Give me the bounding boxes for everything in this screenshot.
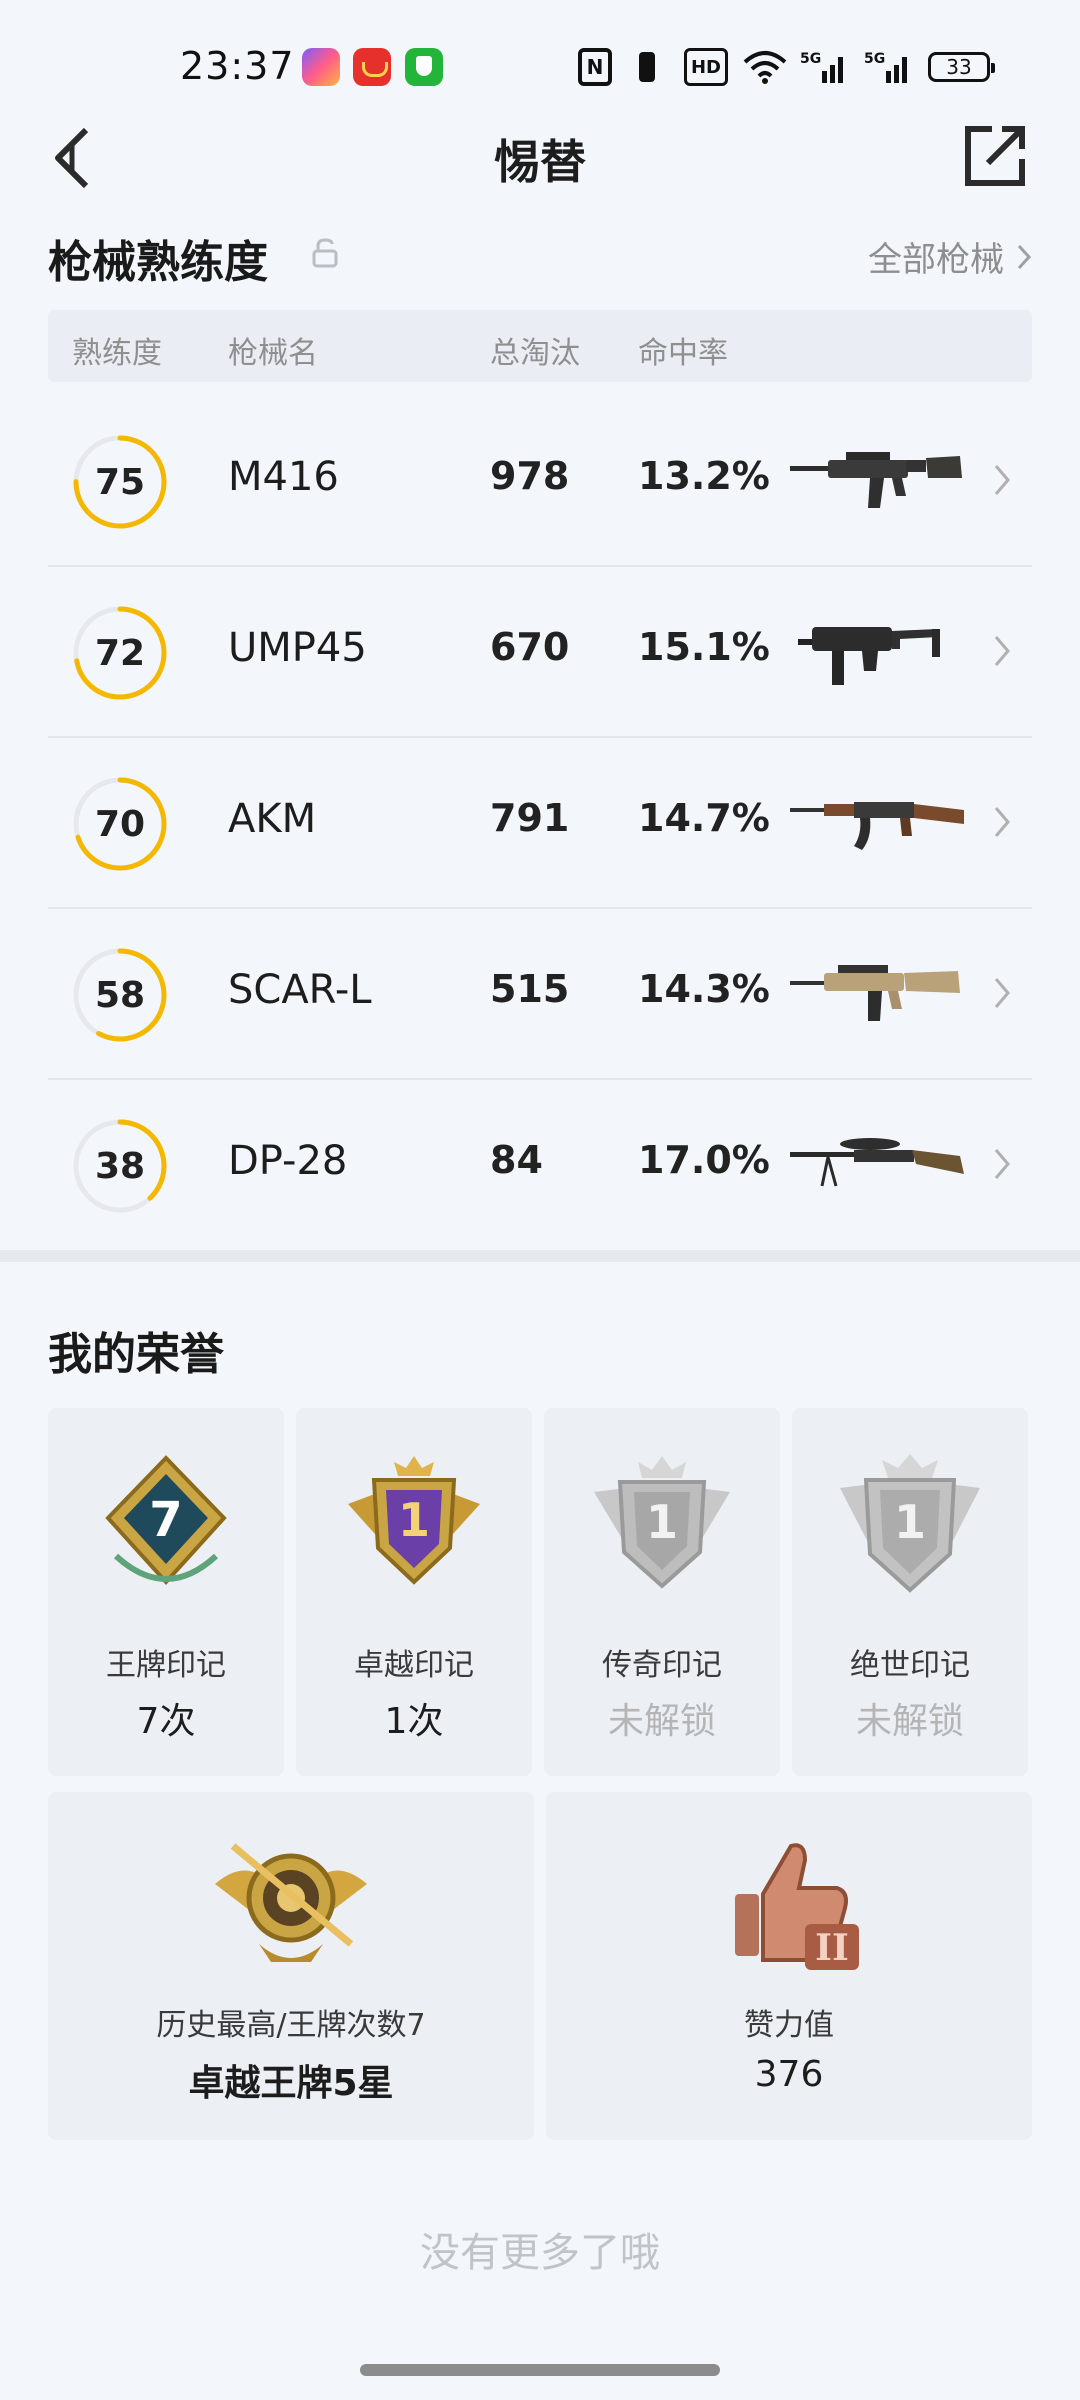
col-name: 枪械名: [228, 336, 318, 371]
honor-section-title: 我的荣誉: [48, 1329, 224, 1380]
hd-voice-icon: HD: [684, 48, 728, 86]
share-button[interactable]: [960, 118, 1030, 194]
chevron-right-icon: [994, 636, 1010, 666]
honor-card-peerless[interactable]: 1 绝世印记 未解锁: [792, 1408, 1028, 1776]
excellent-badge-number: 1: [398, 1493, 430, 1547]
weapon-row[interactable]: 58 SCAR-L 515 14.3%: [48, 909, 1032, 1080]
no-more-text: 没有更多了哦: [420, 2230, 660, 2276]
legend-badge-number: 1: [646, 1495, 678, 1549]
excellent-mark-badge-icon: 1: [348, 1456, 480, 1585]
honor-label: 王牌印记: [106, 1648, 226, 1683]
weapon-name: AKM: [228, 796, 317, 842]
likes-card[interactable]: II 赞力值 376: [546, 1792, 1032, 2140]
weapon-table-header: 熟练度 枪械名 总淘汰 命中率: [48, 310, 1032, 382]
weapon-row[interactable]: 38 DP-28 84 17.0%: [48, 1080, 1032, 1251]
honor-value: 未解锁: [855, 1701, 964, 1742]
wifi-icon: [742, 48, 788, 86]
weapon-name: UMP45: [228, 625, 367, 671]
chevron-right-icon: [994, 465, 1010, 495]
honor-card-ace[interactable]: 7 王牌印记 7次: [48, 1408, 284, 1776]
honor-value: 7次: [136, 1701, 196, 1742]
peerless-badge-number: 1: [894, 1495, 926, 1549]
vibrate-icon: [630, 48, 664, 86]
highest-rank-value: 卓越王牌5星: [188, 2063, 394, 2104]
weapon-hit-rate: 13.2%: [638, 454, 770, 498]
lock-icon[interactable]: [312, 238, 338, 268]
ace-badge-number: 7: [149, 1492, 182, 1548]
cellular-signal-icon: 5G: [800, 48, 850, 86]
weapon-row[interactable]: 70 AKM 791 14.7%: [48, 738, 1032, 909]
weapon-name: SCAR-L: [228, 967, 372, 1013]
honor-value: 未解锁: [607, 1701, 716, 1742]
m416-rifle-image: [790, 452, 962, 508]
chevron-right-icon: [994, 978, 1010, 1008]
weapon-hit-rate: 14.3%: [638, 967, 770, 1011]
weapon-list: 75 M416 978 13.2% 72 UMP45 670 15.1% 70 …: [48, 396, 1032, 1251]
likes-value: 376: [754, 2054, 824, 2095]
chevron-right-icon: [994, 1149, 1010, 1179]
weapon-kills: 515: [490, 967, 570, 1011]
rank-emblem-icon: [215, 1843, 367, 1962]
battery-icon: 33: [928, 52, 995, 82]
honor-value: 1次: [384, 1701, 444, 1742]
weapon-hit-rate: 17.0%: [638, 1138, 770, 1182]
highest-rank-label: 历史最高/王牌次数7: [156, 2008, 426, 2043]
weapon-kills: 791: [490, 796, 570, 840]
weapon-row[interactable]: 72 UMP45 670 15.1%: [48, 567, 1032, 738]
all-weapons-label: 全部枪械: [868, 240, 1004, 280]
weapon-kills: 978: [490, 454, 570, 498]
legend-mark-badge-icon: 1: [594, 1456, 730, 1589]
weapon-hit-rate: 15.1%: [638, 625, 770, 669]
honor-label: 卓越印记: [354, 1648, 474, 1683]
weapon-hit-rate: 14.7%: [638, 796, 770, 840]
proficiency-value: 72: [94, 632, 146, 674]
weapon-kills: 670: [490, 625, 570, 669]
ump45-smg-image: [798, 627, 940, 685]
proficiency-value: 75: [94, 461, 146, 503]
scarl-rifle-image: [790, 965, 960, 1021]
svg-text:5G: 5G: [864, 51, 885, 67]
honor-label: 绝世印记: [850, 1648, 970, 1683]
section-divider: [0, 1250, 1080, 1262]
weapon-section-title: 枪械熟练度: [48, 237, 268, 288]
thumbs-up-icon: II: [735, 1843, 859, 1970]
svg-text:5G: 5G: [800, 51, 821, 67]
chevron-right-icon: [1017, 244, 1032, 269]
proficiency-value: 38: [94, 1145, 146, 1187]
akm-rifle-image: [790, 802, 964, 850]
peerless-mark-badge-icon: 1: [840, 1454, 980, 1593]
home-indicator[interactable]: [360, 2364, 720, 2376]
app-shortcut-icon: [302, 48, 340, 86]
dp28-lmg-image: [790, 1138, 964, 1187]
all-weapons-link[interactable]: 全部枪械: [868, 232, 1032, 281]
weapon-name: M416: [228, 454, 339, 500]
weapon-name: DP-28: [228, 1138, 348, 1184]
honor-card-excellent[interactable]: 1 卓越印记 1次: [296, 1408, 532, 1776]
col-proficiency: 熟练度: [72, 336, 162, 371]
likes-label: 赞力值: [744, 2008, 834, 2043]
honor-label: 传奇印记: [602, 1648, 722, 1683]
cellular-signal-icon: 5G: [864, 48, 914, 86]
col-hit-rate: 命中率: [638, 336, 728, 371]
honor-card-legend[interactable]: 1 传奇印记 未解锁: [544, 1408, 780, 1776]
highest-rank-card[interactable]: 历史最高/王牌次数7 卓越王牌5星: [48, 1792, 534, 2140]
nfc-icon: N: [578, 48, 612, 86]
share-icon: [965, 126, 1025, 186]
page-title: 惕替: [494, 135, 586, 189]
col-kills: 总淘汰: [490, 336, 580, 371]
security-app-icon: [405, 48, 443, 86]
ace-mark-badge-icon: 7: [105, 1455, 227, 1585]
likes-badge-text: II: [815, 1927, 849, 1969]
chevron-right-icon: [994, 807, 1010, 837]
status-time: 23:37: [180, 44, 295, 88]
proficiency-value: 58: [94, 974, 146, 1016]
weapon-kills: 84: [490, 1138, 543, 1182]
wallet-app-icon: [353, 48, 391, 86]
status-bar: 23:37 N HD 5G 5G 33: [0, 0, 1080, 136]
weapon-row[interactable]: 75 M416 978 13.2%: [48, 396, 1032, 567]
proficiency-value: 70: [94, 803, 146, 845]
